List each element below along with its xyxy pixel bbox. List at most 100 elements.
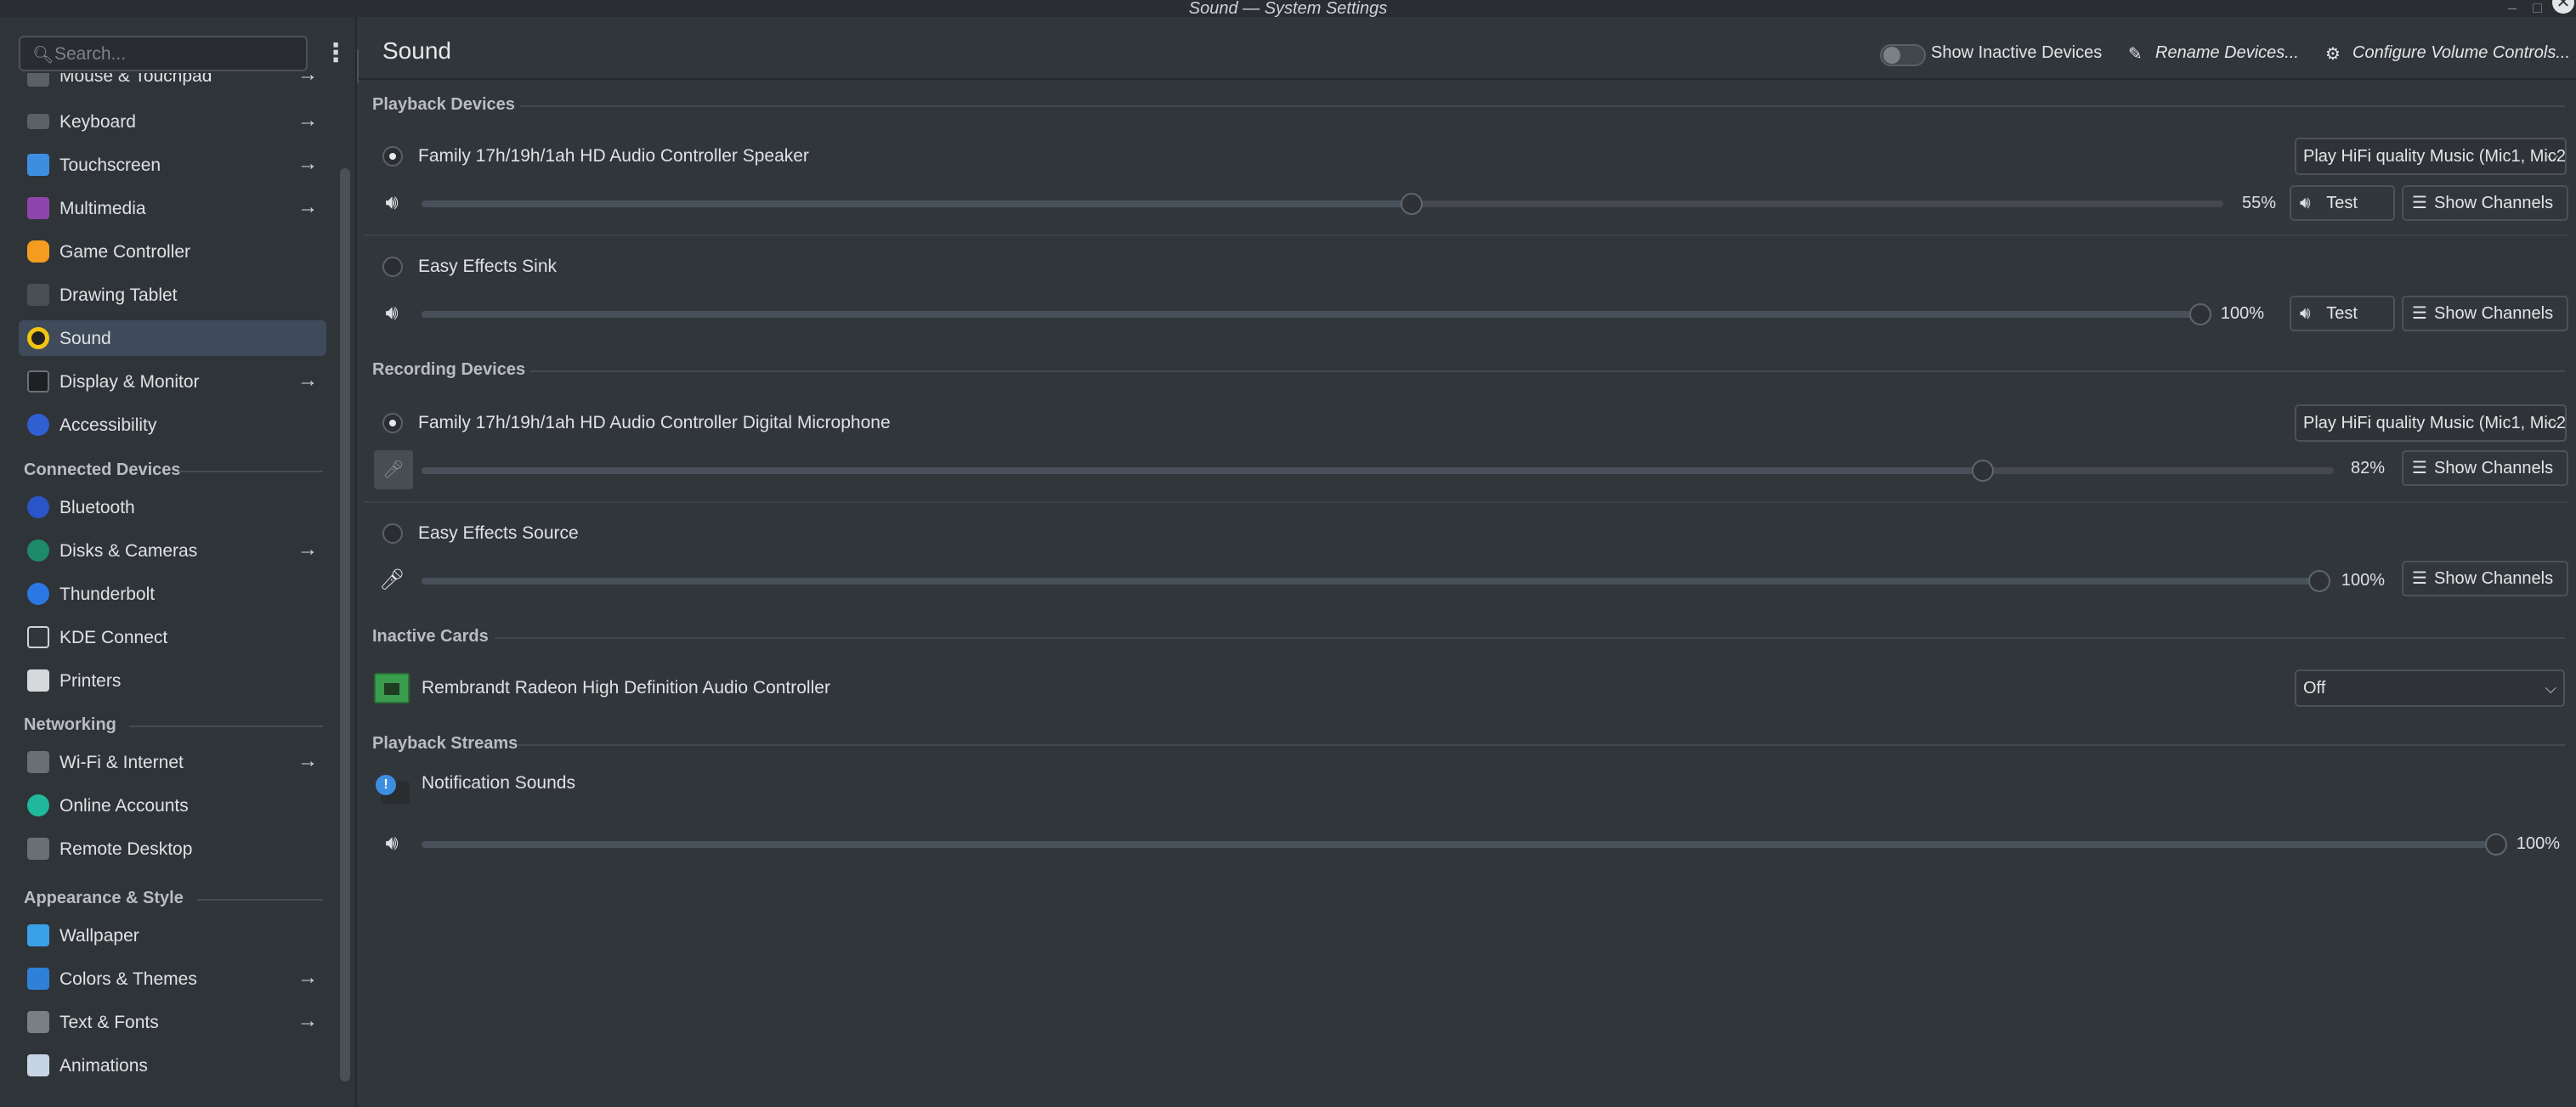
show-channels-label: Show Channels xyxy=(2434,569,2554,588)
sidebar-item-mouse[interactable]: Mouse & Touchpad → xyxy=(19,73,326,93)
gear-icon[interactable]: ⚙ xyxy=(2325,43,2341,65)
volume-slider-handle[interactable] xyxy=(2308,570,2330,592)
show-channels-button[interactable]: ☰ Show Channels xyxy=(2402,450,2568,486)
volume-slider-handle[interactable] xyxy=(1401,193,1423,215)
default-device-radio[interactable] xyxy=(382,413,403,433)
sliders-icon: ☰ xyxy=(2412,304,2427,323)
volume-slider[interactable] xyxy=(422,833,2507,856)
default-device-radio[interactable] xyxy=(382,146,403,167)
volume-slider-handle[interactable] xyxy=(1972,460,1994,482)
sidebar-item-remote-desktop[interactable]: Remote Desktop xyxy=(19,831,326,867)
volume-slider-fill xyxy=(422,841,2496,848)
volume-slider[interactable] xyxy=(422,303,2211,325)
sound-content: Playback Devices Family 17h/19h/1ah HD A… xyxy=(359,80,2576,1107)
arrow-right-icon: → xyxy=(297,538,318,561)
volume-percent: 100% xyxy=(2341,571,2385,590)
sidebar-item-label: KDE Connect xyxy=(59,628,168,647)
sidebar-item-printers[interactable]: Printers xyxy=(19,663,326,698)
volume-slider-handle[interactable] xyxy=(2485,833,2507,856)
sidebar-item-bluetooth[interactable]: Bluetooth xyxy=(19,489,326,525)
volume-slider[interactable] xyxy=(422,460,2334,482)
microphone-muted-icon[interactable]: 🎤︎ xyxy=(374,450,413,489)
default-device-radio[interactable] xyxy=(382,257,403,277)
stream-label: Notification Sounds xyxy=(422,773,575,793)
device-label: Family 17h/19h/1ah HD Audio Controller S… xyxy=(418,146,809,166)
test-button[interactable]: 🔊︎ Test xyxy=(2290,185,2395,221)
arrow-right-icon: → xyxy=(297,966,318,989)
notification-icon: ! xyxy=(374,775,411,807)
sidebar-item-label: Sound xyxy=(59,329,111,348)
remote-desktop-icon xyxy=(27,838,49,860)
sidebar-item-online-accounts[interactable]: Online Accounts xyxy=(19,788,326,823)
sidebar-item-disks-cameras[interactable]: Disks & Cameras → xyxy=(19,533,326,568)
sidebar-item-multimedia[interactable]: Multimedia → xyxy=(19,190,326,226)
keyboard-icon xyxy=(27,114,49,129)
section-playback-devices: Playback Devices xyxy=(372,95,515,114)
section-divider xyxy=(530,370,2565,372)
sidebar-item-label: Disks & Cameras xyxy=(59,541,198,561)
speaker-icon[interactable]: 🔊︎ xyxy=(379,831,405,856)
sidebar-item-label: Remote Desktop xyxy=(59,839,193,859)
rename-devices-button[interactable]: Rename Devices... xyxy=(2155,43,2299,63)
disks-icon xyxy=(27,539,49,562)
speaker-icon[interactable]: 🔊︎ xyxy=(379,301,405,326)
sidebar-item-animations[interactable]: Animations xyxy=(19,1048,326,1083)
thunderbolt-icon xyxy=(27,583,49,605)
sidebar-item-text-fonts[interactable]: Text & Fonts → xyxy=(19,1004,326,1040)
card-profile-select[interactable]: Off ⌵ xyxy=(2295,669,2565,707)
search-placeholder: Search... xyxy=(54,44,127,64)
arrow-right-icon: → xyxy=(297,749,318,772)
sidebar-item-keyboard[interactable]: Keyboard → xyxy=(19,104,326,139)
arrow-right-icon: → xyxy=(297,1009,318,1032)
section-divider xyxy=(129,726,323,727)
show-channels-button[interactable]: ☰ Show Channels xyxy=(2402,561,2568,596)
configure-volume-button[interactable]: Configure Volume Controls... xyxy=(2352,43,2570,63)
pencil-icon[interactable]: ✎ xyxy=(2128,43,2143,65)
mouse-icon xyxy=(27,73,49,87)
sidebar-scrollbar[interactable] xyxy=(340,168,350,1082)
sidebar-item-label: Wi-Fi & Internet xyxy=(59,753,184,772)
volume-slider[interactable] xyxy=(422,570,2330,592)
animations-icon xyxy=(27,1054,49,1076)
sidebar-item-label: Game Controller xyxy=(59,242,191,262)
sidebar-item-label: Drawing Tablet xyxy=(59,285,178,305)
search-field[interactable]: 🔍︎ Search... xyxy=(19,36,308,71)
sidebar-item-display[interactable]: Display & Monitor → xyxy=(19,364,326,399)
sidebar-item-drawing-tablet[interactable]: Drawing Tablet xyxy=(19,277,326,313)
colors-icon xyxy=(27,968,49,990)
test-button[interactable]: 🔊︎ Test xyxy=(2290,296,2395,331)
volume-slider-handle[interactable] xyxy=(2189,303,2211,325)
profile-select[interactable]: Play HiFi quality Music (Mic1, Mic2, Hea… xyxy=(2295,404,2567,442)
default-device-radio[interactable] xyxy=(382,523,403,544)
show-channels-label: Show Channels xyxy=(2434,194,2554,212)
speaker-icon[interactable]: 🔊︎ xyxy=(379,190,405,216)
sidebar-item-accessibility[interactable]: Accessibility xyxy=(19,407,326,443)
sidebar-item-game-controller[interactable]: Game Controller xyxy=(19,234,326,269)
info-icon: ! xyxy=(376,775,396,795)
show-channels-button[interactable]: ☰ Show Channels xyxy=(2402,296,2568,331)
profile-select[interactable]: Play HiFi quality Music (Mic1, Mic2, Hea… xyxy=(2295,138,2567,175)
sidebar-item-wifi[interactable]: Wi-Fi & Internet → xyxy=(19,744,326,780)
menu-kebab-icon[interactable]: ⋮ xyxy=(323,39,348,71)
arrow-right-icon: → xyxy=(297,195,318,218)
sidebar-list: Mouse & Touchpad → Keyboard → Touchscree… xyxy=(0,73,337,1107)
sidebar-item-kde-connect[interactable]: KDE Connect xyxy=(19,619,326,655)
show-inactive-label[interactable]: Show Inactive Devices xyxy=(1931,43,2102,63)
microphone-icon[interactable]: 🎤︎ xyxy=(379,568,405,593)
show-channels-button[interactable]: ☰ Show Channels xyxy=(2402,185,2568,221)
section-connected-devices: Connected Devices xyxy=(24,460,181,479)
sidebar-item-thunderbolt[interactable]: Thunderbolt xyxy=(19,576,326,612)
sidebar-item-label: Bluetooth xyxy=(59,498,135,517)
sliders-icon: ☰ xyxy=(2412,194,2427,212)
chevron-down-icon: ⌵ xyxy=(2546,415,2558,432)
volume-slider[interactable] xyxy=(422,193,2223,215)
maximize-icon[interactable]: □ xyxy=(2533,0,2542,15)
sidebar-item-sound[interactable]: Sound xyxy=(19,320,326,356)
show-inactive-toggle[interactable] xyxy=(1880,44,1926,66)
sidebar-item-touchscreen[interactable]: Touchscreen → xyxy=(19,147,326,183)
sidebar-item-label: Text & Fonts xyxy=(59,1013,159,1032)
content-header: Sound Show Inactive Devices ✎ Rename Dev… xyxy=(359,17,2576,80)
sidebar-item-colors-themes[interactable]: Colors & Themes → xyxy=(19,961,326,997)
sidebar-item-wallpaper[interactable]: Wallpaper xyxy=(19,918,326,953)
minimize-icon[interactable]: – xyxy=(2508,0,2517,15)
